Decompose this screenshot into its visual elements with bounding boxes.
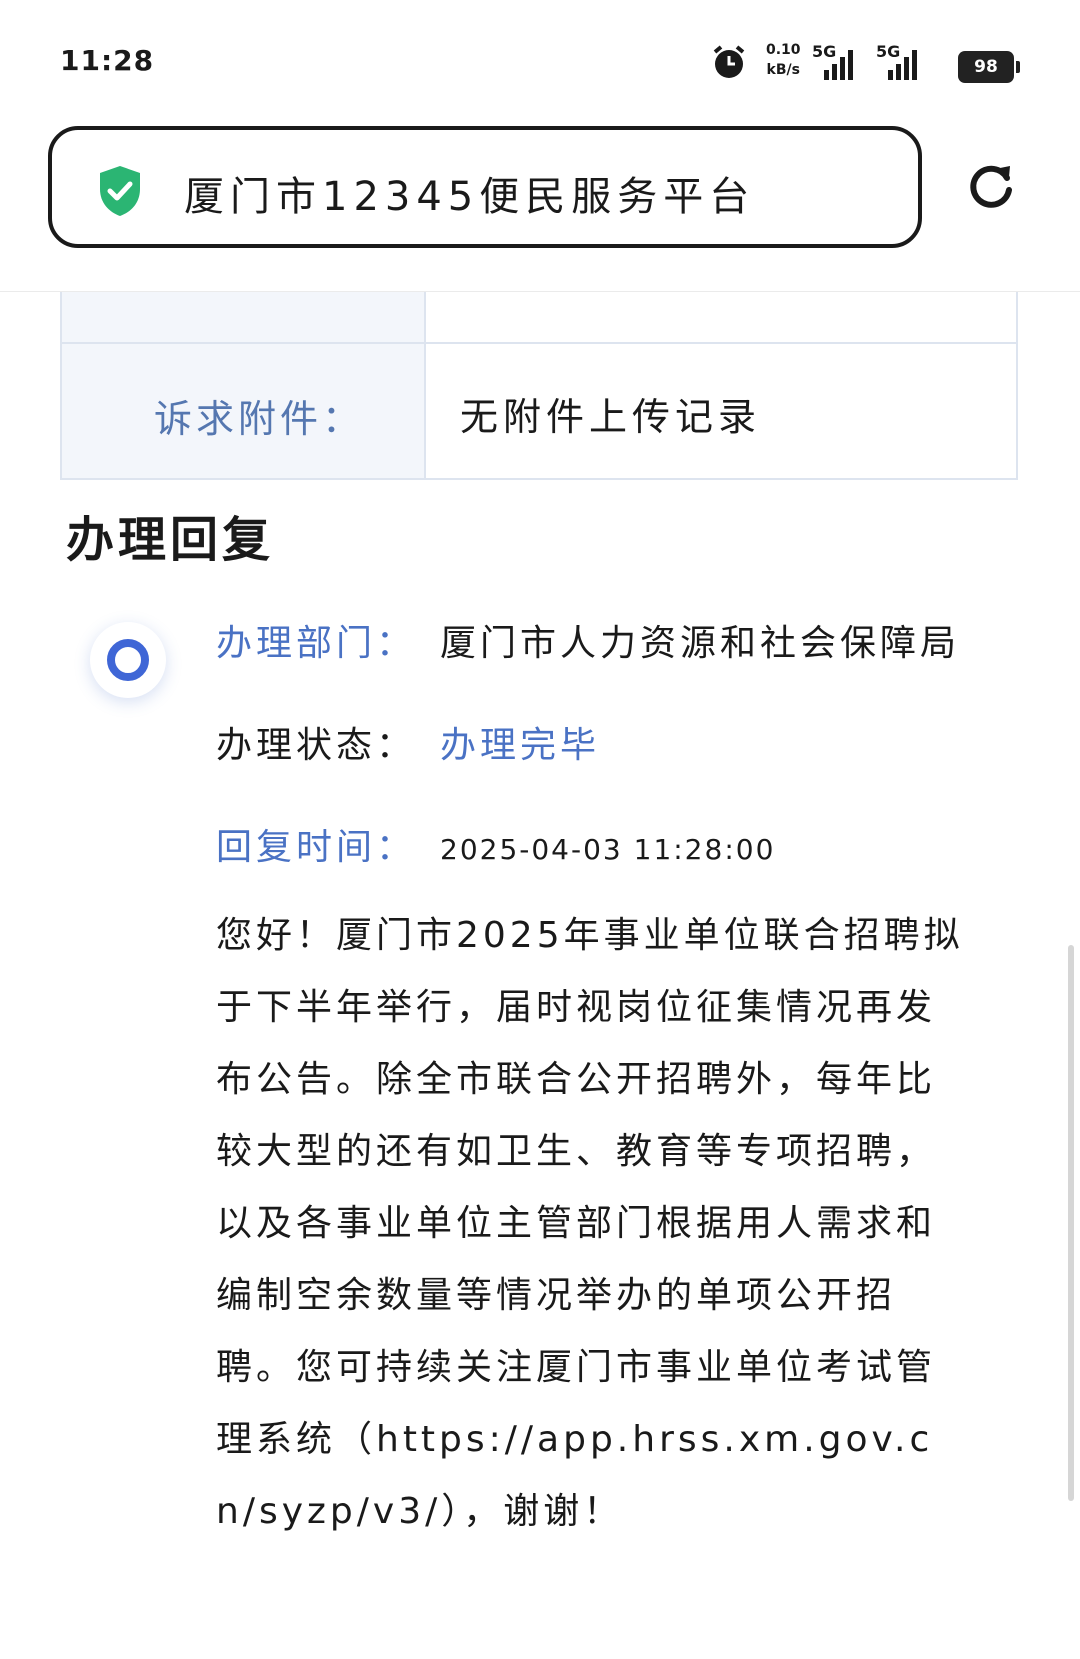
dept-label: 办理部门： [216, 623, 417, 664]
battery-icon: 98 [958, 51, 1020, 83]
dept-row: 办理部门： 厦门市人力资源和社会保障局 [216, 614, 960, 666]
section-title: 办理回复 [66, 512, 275, 568]
network-speed-unit: kB/s [766, 62, 800, 78]
scrollbar[interactable] [1068, 945, 1074, 1501]
status-value: 办理完毕 [440, 725, 601, 766]
table-divider [62, 342, 1016, 344]
status-label: 办理状态： [216, 725, 417, 766]
status-bar: 11:28 0.10 kB/s 5G 5G 98 [0, 0, 1080, 120]
dept-value: 厦门市人力资源和社会保障局 [440, 623, 961, 664]
reply-content: 您好！厦门市2025年事业单位联合招聘拟于下半年举行，届时视岗位征集情况再发布公… [216, 915, 964, 1532]
status-row: 办理状态： 办理完毕 [216, 716, 600, 768]
page-title: 厦门市12345便民服务平台 [184, 174, 756, 220]
table-label-column [62, 292, 426, 478]
shield-check-icon [100, 166, 140, 216]
network-speed: 0.10 kB/s [766, 40, 801, 80]
status-time: 11:28 [60, 44, 155, 77]
browser-toolbar: 厦门市12345便民服务平台 [0, 120, 1080, 292]
attachment-table: 诉求附件： 无附件上传记录 [60, 292, 1018, 480]
reply-time-value: 2025-04-03 11:28:00 [440, 833, 776, 866]
address-bar[interactable]: 厦门市12345便民服务平台 [48, 126, 922, 248]
timeline-dot [90, 622, 166, 698]
attachment-value: 无附件上传记录 [460, 395, 762, 439]
reply-time-label: 回复时间： [216, 827, 417, 868]
alarm-icon [713, 45, 745, 78]
reload-icon[interactable] [966, 160, 1016, 210]
network-speed-value: 0.10 [766, 42, 801, 58]
reply-time-row: 回复时间： 2025-04-03 11:28:00 [216, 818, 775, 870]
attachment-label: 诉求附件： [154, 397, 365, 441]
